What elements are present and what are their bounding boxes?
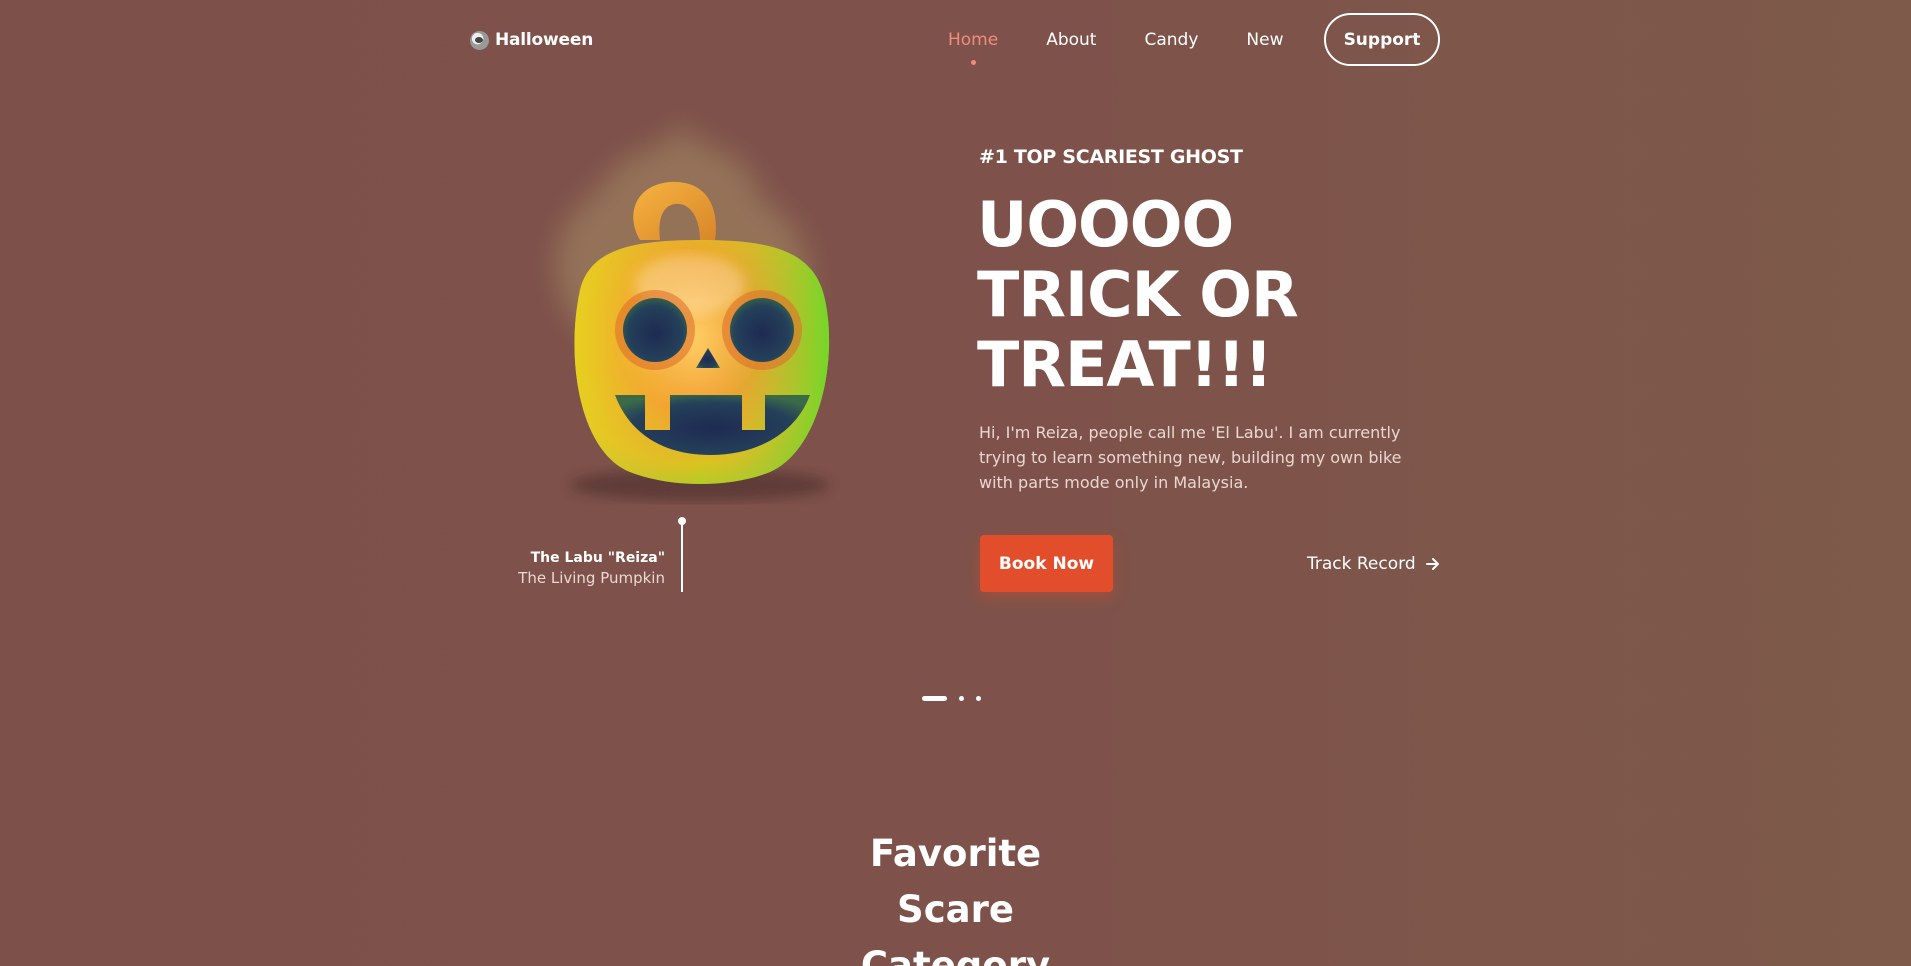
logo[interactable]: Halloween xyxy=(470,30,593,50)
track-record-label: Track Record xyxy=(1307,554,1416,574)
nav-home[interactable]: Home xyxy=(948,30,998,65)
caption-title: The Labu "Reiza" xyxy=(530,550,665,566)
headline-line-3: TREAT!!! xyxy=(977,328,1273,401)
headline-line-2: TRICK OR xyxy=(977,258,1299,331)
arrow-right-icon xyxy=(1425,558,1439,570)
hero-caption: The Labu "Reiza" The Living Pumpkin xyxy=(490,550,665,587)
carousel-dot-3[interactable] xyxy=(976,696,981,701)
section-title: Favorite Scare Category xyxy=(0,826,1911,966)
caption-marker-line xyxy=(681,522,683,592)
carousel-dot-2[interactable] xyxy=(959,696,964,701)
book-now-button[interactable]: Book Now xyxy=(980,535,1113,592)
hero-headline: UOOOO TRICK OR TREAT!!! xyxy=(977,190,1437,400)
nav-candy[interactable]: Candy xyxy=(1144,30,1198,50)
site-header: Halloween Home About Candy New Support xyxy=(470,13,1440,67)
headline-line-1: UOOOO xyxy=(977,188,1234,261)
track-record-link[interactable]: Track Record xyxy=(1307,550,1440,578)
nav-new[interactable]: New xyxy=(1246,30,1283,50)
section-title-text: Favorite Scare Category xyxy=(860,832,1051,966)
main-nav: Home About Candy New xyxy=(948,13,1331,67)
nav-about[interactable]: About xyxy=(1046,30,1096,50)
pumpkin-left-eye xyxy=(623,298,687,362)
hero-eyebrow: #1 TOP SCARIEST GHOST xyxy=(979,146,1243,168)
carousel-indicators xyxy=(922,696,981,701)
caption-subtitle: The Living Pumpkin xyxy=(518,569,665,587)
support-button[interactable]: Support xyxy=(1324,13,1440,66)
logo-text: Halloween xyxy=(495,30,594,50)
carousel-dot-1[interactable] xyxy=(922,696,947,701)
hero-description: Hi, I'm Reiza, people call me 'El Labu'.… xyxy=(979,423,1402,492)
pumpkin-right-eye xyxy=(730,298,794,362)
ghost-icon xyxy=(470,30,489,50)
pumpkin-illustration xyxy=(555,120,830,501)
